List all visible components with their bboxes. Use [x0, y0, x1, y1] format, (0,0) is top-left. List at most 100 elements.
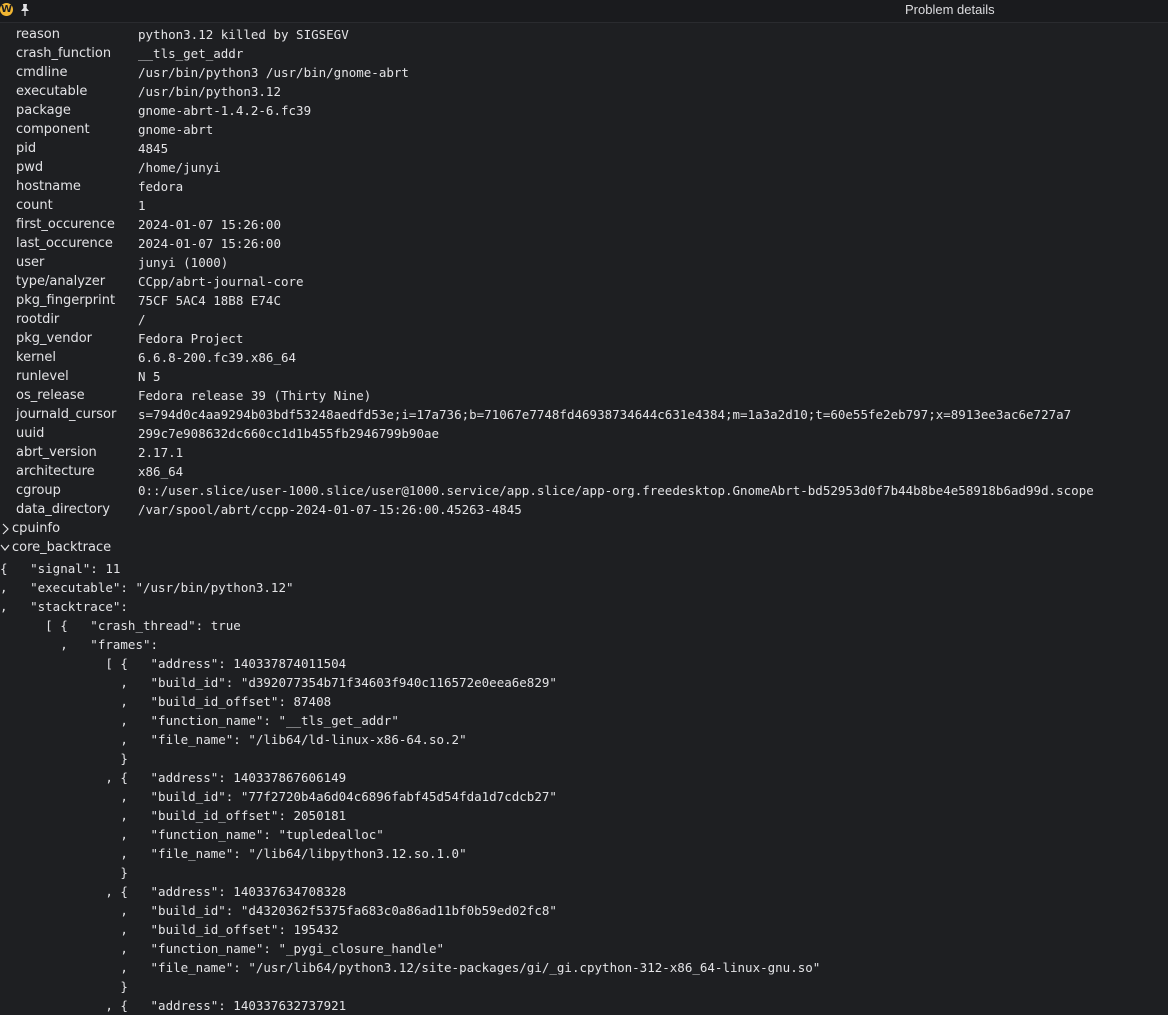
field-row: cmdline/usr/bin/python3 /usr/bin/gnome-a… [0, 64, 1168, 83]
field-key: abrt_version [16, 445, 97, 460]
backtrace-line: , "build_id_offset": 2050181 [0, 808, 347, 823]
field-key: kernel [16, 350, 57, 365]
field-key: package [16, 103, 71, 118]
backtrace-line: } [0, 865, 128, 880]
field-key: architecture [16, 464, 95, 479]
field-row: uuid 299c7e908632dc660cc1d1b455fb2946799b… [0, 425, 1168, 444]
backtrace-line: , { "address": 140337634708328 [0, 884, 347, 899]
field-key: last_occurence [16, 236, 113, 251]
field-row: pkg_vendor Fedora Project [0, 330, 1168, 349]
field-row: executable/usr/bin/python3.12 [0, 83, 1168, 102]
field-row: pkg_fingerprint 75CF 5AC4 18B8 E74C [0, 292, 1168, 311]
field-row: cgroup 0::/user.slice/user-1000.slice/use… [0, 482, 1168, 501]
field-value: 6.6.8-200.fc39.x86_64 [138, 350, 297, 365]
field-value: 2024-01-07 15:26:00 [138, 236, 281, 251]
field-row: type/analyzer CCpp/abrt-journal-core [0, 273, 1168, 292]
field-value: 1 [138, 198, 146, 213]
field-row: package gnome-abrt-1.4.2-6.fc39 [0, 102, 1168, 121]
pin-icon[interactable] [19, 1, 31, 19]
section-label: core_backtrace [12, 540, 112, 555]
backtrace-line: , "build_id_offset": 87408 [0, 694, 332, 709]
field-key: os_release [16, 388, 85, 403]
field-value: 299c7e908632dc660cc1d1b455fb2946799b90ae [138, 426, 440, 441]
backtrace-line: , "build_id": "d4320362f5375fa683c0a86ad… [0, 903, 557, 918]
section-core-backtrace[interactable]: core_backtrace [0, 539, 1168, 558]
field-key: cgroup [16, 483, 61, 498]
backtrace-line: [ { "crash_thread": true [0, 618, 241, 633]
field-key: pwd [16, 160, 44, 175]
backtrace-line: { "signal": 11 [0, 561, 121, 576]
backtrace-line: , "file_name": "/usr/lib64/python3.12/si… [0, 960, 821, 975]
field-value: 75CF 5AC4 18B8 E74C [138, 293, 281, 308]
field-key: crash_function [16, 46, 112, 61]
field-row: runlevel N 5 [0, 368, 1168, 387]
field-value: x86_64 [138, 464, 184, 479]
field-value: /usr/bin/python3 /usr/bin/gnome-abrt [138, 65, 409, 80]
backtrace-line: , "executable": "/usr/bin/python3.12" [0, 580, 294, 595]
field-key: pkg_fingerprint [16, 293, 116, 308]
field-value: N 5 [138, 369, 161, 384]
field-row: architecture x86_64 [0, 463, 1168, 482]
field-value: gnome-abrt [138, 122, 214, 137]
field-row: journald_cursor s=794d0c4aa9294b03bdf5324… [0, 406, 1168, 425]
field-value: /usr/bin/python3.12 [138, 84, 281, 99]
field-key: pkg_vendor [16, 331, 93, 346]
field-row: rootdir / [0, 311, 1168, 330]
title-bar: W Problem details [0, 0, 1168, 23]
field-value: /home/junyi [138, 160, 221, 175]
field-key: uuid [16, 426, 45, 441]
backtrace-line: , { "address": 140337632737921 [0, 998, 347, 1013]
field-key: rootdir [16, 312, 60, 327]
backtrace-line: , "build_id": "d392077354b71f34603f940c1… [0, 675, 557, 690]
field-row: last_occurence 2024-01-07 15:26:00 [0, 235, 1168, 254]
field-value: 2.17.1 [138, 445, 184, 460]
field-list: reason python3.12 killed by SIGSEGV crash_… [0, 26, 1168, 520]
field-row: hostname fedora [0, 178, 1168, 197]
field-key: reason [16, 27, 60, 42]
field-value: 2024-01-07 15:26:00 [138, 217, 281, 232]
field-value: python3.12 killed by SIGSEGV [138, 27, 349, 42]
field-row: abrt_version 2.17.1 [0, 444, 1168, 463]
field-value: / [138, 312, 146, 327]
section-cpuinfo[interactable]: cpuinfo [0, 520, 1168, 539]
field-row: first_occurence 2024-01-07 15:26:00 [0, 216, 1168, 235]
core-backtrace-text: { "signal": 11 , "executable": "/usr/bin/… [0, 558, 1168, 1014]
section-label: cpuinfo [12, 521, 61, 536]
backtrace-line: , "function_name": "_pygi_closure_handle… [0, 941, 445, 956]
field-key: executable [16, 84, 88, 99]
field-row: reason python3.12 killed by SIGSEGV [0, 26, 1168, 45]
field-key: journald_cursor [16, 407, 117, 422]
field-row: component gnome-abrt [0, 121, 1168, 140]
chevron-right-icon[interactable] [0, 523, 10, 535]
field-row: pid 4845 [0, 140, 1168, 159]
backtrace-line: } [0, 979, 128, 994]
field-key: first_occurence [16, 217, 115, 232]
field-key: runlevel [16, 369, 69, 384]
field-row: crash_function __tls_get_addr [0, 45, 1168, 64]
backtrace-line: } [0, 751, 128, 766]
backtrace-line: , "file_name": "/lib64/libpython3.12.so.… [0, 846, 467, 861]
field-row: count 1 [0, 197, 1168, 216]
backtrace-line: , { "address": 140337867606149 [0, 770, 347, 785]
backtrace-line: , "function_name": "tupledealloc" [0, 827, 384, 842]
field-key: pid [16, 141, 37, 156]
backtrace-line: [ { "address": 140337874011504 [0, 656, 347, 671]
field-key: component [16, 122, 90, 137]
backtrace-line: , "function_name": "__tls_get_addr" [0, 713, 399, 728]
backtrace-line: , "build_id": "77f2720b4a6d04c6896fabf45… [0, 789, 557, 804]
field-value: Fedora Project [138, 331, 244, 346]
field-value: CCpp/abrt-journal-core [138, 274, 304, 289]
field-value: __tls_get_addr [138, 46, 244, 61]
backtrace-line: , "build_id_offset": 195432 [0, 922, 339, 937]
field-row: os_release Fedora release 39 (Thirty Nine… [0, 387, 1168, 406]
app-icon: W [0, 3, 13, 16]
field-key: count [16, 198, 53, 213]
field-row: data_directory/var/spool/abrt/ccpp-2024-… [0, 501, 1168, 520]
window-title: Problem details [905, 2, 995, 17]
backtrace-line: , "stacktrace": [0, 599, 128, 614]
field-key: cmdline [16, 65, 68, 80]
field-key: hostname [16, 179, 81, 194]
field-value: gnome-abrt-1.4.2-6.fc39 [138, 103, 312, 118]
chevron-down-icon[interactable] [0, 542, 10, 554]
field-value: junyi (1000) [138, 255, 229, 270]
